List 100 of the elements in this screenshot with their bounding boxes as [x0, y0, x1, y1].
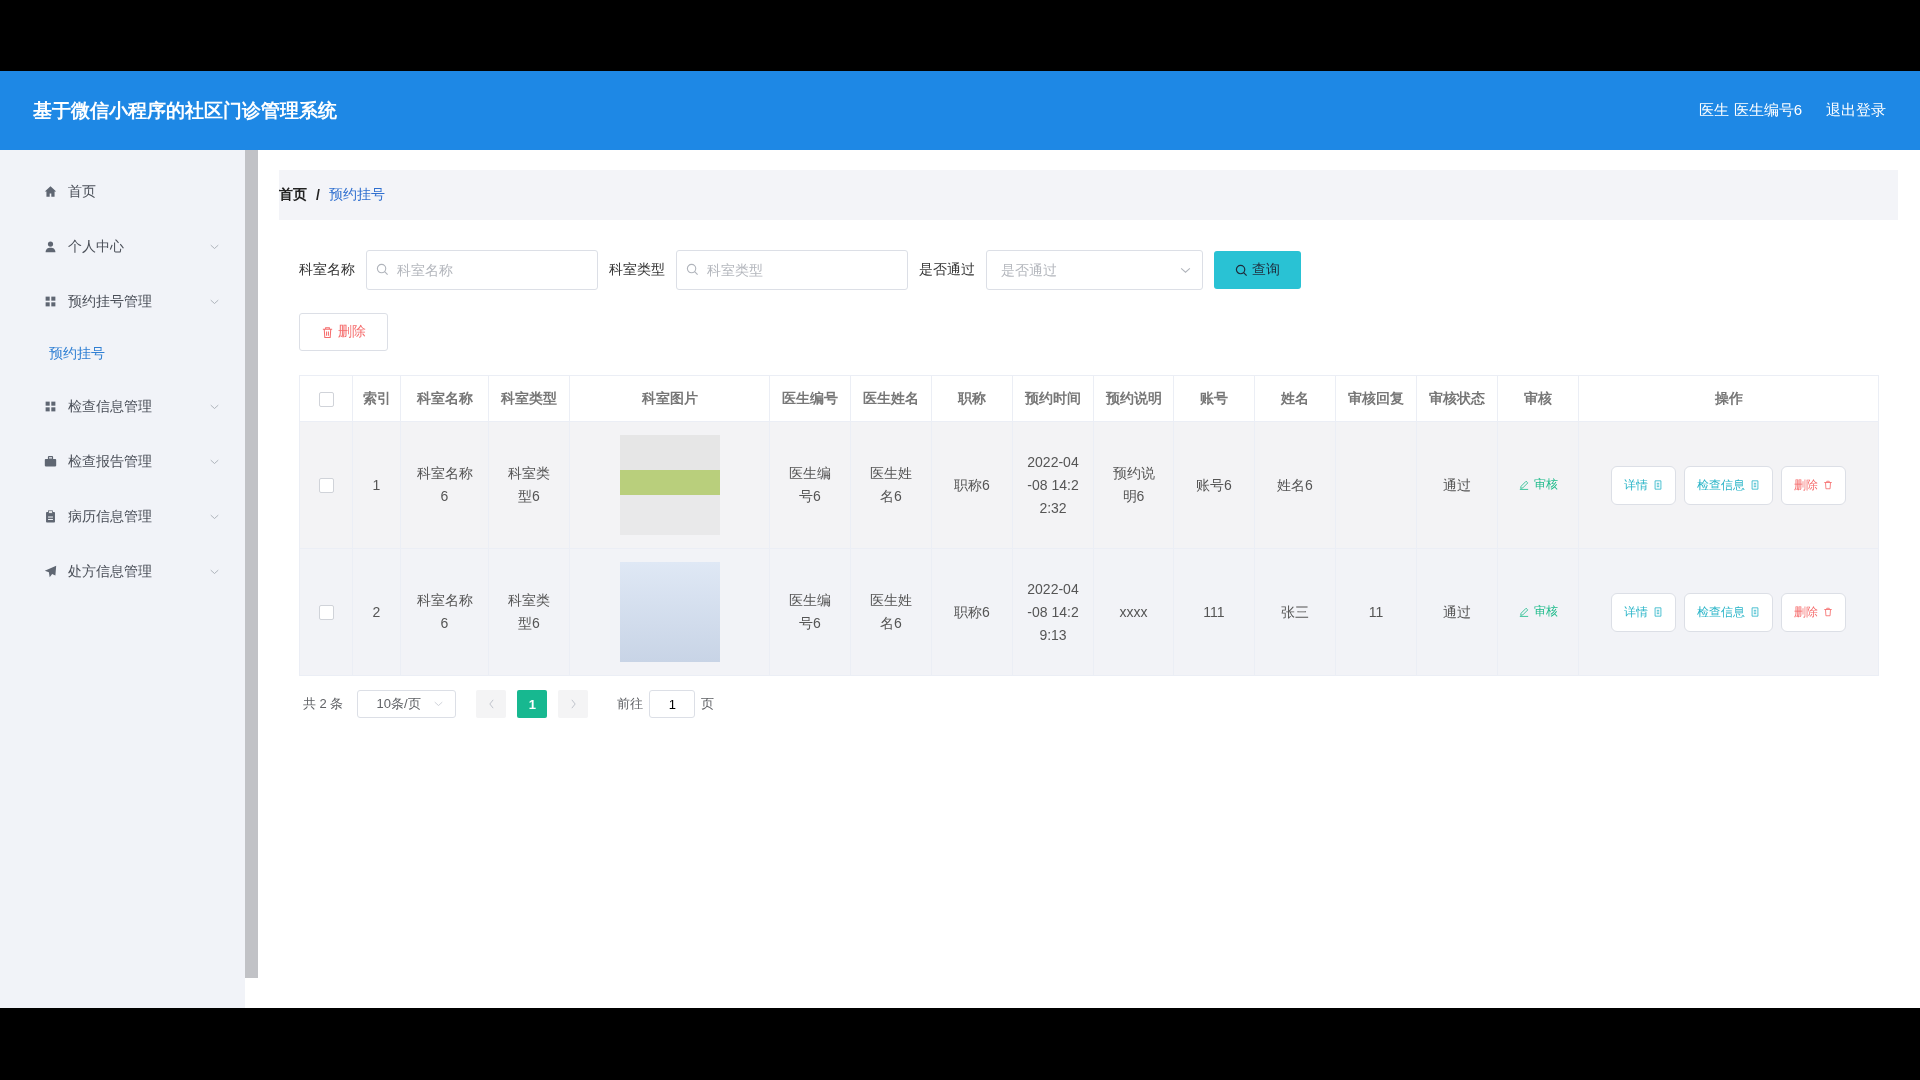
- page-suffix: 页: [701, 695, 715, 713]
- trash-icon: [321, 325, 334, 339]
- search-icon: [1235, 263, 1248, 277]
- table-cell: 科室名称6: [416, 592, 473, 631]
- home-icon: [44, 185, 57, 198]
- select-field[interactable]: 是否通过: [986, 250, 1203, 290]
- column-header: 医生姓名: [850, 375, 932, 422]
- document-icon: [1750, 607, 1760, 617]
- action-button[interactable]: 检查信息: [1684, 592, 1773, 632]
- grid-icon: [44, 295, 57, 308]
- chevron-down-icon: [210, 403, 219, 410]
- filter-label: 是否通过: [919, 261, 975, 279]
- app-title: 基于微信小程序的社区门诊管理系统: [33, 98, 338, 123]
- table-cell: 科室名称6: [416, 465, 473, 504]
- column-header: 科室名称: [400, 375, 489, 422]
- table-cell: 医生编号6: [789, 592, 831, 631]
- table-cell: 医生编号6: [789, 465, 831, 504]
- briefcase-icon: [44, 455, 57, 468]
- paper-plane-icon: [44, 565, 57, 578]
- table-cell: 医生姓名6: [870, 592, 912, 631]
- action-button[interactable]: 详情: [1611, 465, 1676, 505]
- chevron-down-icon: [210, 243, 219, 250]
- column-header: 索引: [352, 375, 401, 422]
- person-icon: [44, 240, 57, 253]
- logout-link[interactable]: 退出登录: [1826, 101, 1886, 120]
- chevron-down-icon: [210, 513, 219, 520]
- table-cell: 职称6: [954, 476, 990, 493]
- breadcrumb-separator: /: [316, 187, 320, 203]
- menu-item[interactable]: 处方信息管理: [0, 544, 245, 599]
- scrollbar[interactable]: [245, 150, 258, 978]
- action-button[interactable]: 详情: [1611, 592, 1676, 632]
- menu-item[interactable]: 病历信息管理: [0, 489, 245, 544]
- next-page-button[interactable]: [558, 690, 589, 718]
- row-checkbox[interactable]: [318, 605, 334, 621]
- column-header: 预约时间: [1012, 375, 1094, 422]
- document-icon: [1653, 480, 1663, 490]
- search-field[interactable]: 科室类型: [676, 250, 908, 290]
- filter-label: 科室类型: [609, 261, 665, 279]
- search-button[interactable]: 查询: [1214, 251, 1301, 289]
- chevron-down-icon: [1180, 267, 1191, 274]
- column-header: 科室类型: [488, 375, 570, 422]
- breadcrumb-link[interactable]: 预约挂号: [328, 186, 385, 204]
- search-icon: [686, 263, 699, 276]
- column-header: 审核: [1497, 375, 1579, 422]
- delete-button[interactable]: 删除: [299, 313, 388, 351]
- table-cell: 1: [372, 476, 381, 493]
- column-header: 预约说明: [1093, 375, 1174, 422]
- search-icon: [376, 263, 389, 276]
- breadcrumb-link[interactable]: 首页: [279, 186, 307, 204]
- column-header: 操作: [1578, 375, 1879, 422]
- menu-item[interactable]: 个人中心: [0, 219, 245, 274]
- user-label: 医生 医生编号6: [1699, 101, 1802, 120]
- document-icon: [1750, 480, 1760, 490]
- grid-icon: [44, 400, 57, 413]
- goto-label: 前往: [617, 695, 644, 713]
- clipboard-icon: [44, 510, 57, 523]
- menu-item[interactable]: 首页: [0, 164, 245, 219]
- action-button[interactable]: 检查信息: [1684, 465, 1773, 505]
- chevron-down-icon: [210, 568, 219, 575]
- page-input[interactable]: 1: [649, 690, 696, 718]
- delete-button[interactable]: 删除: [1781, 465, 1846, 505]
- document-icon: [1653, 607, 1663, 617]
- table-cell: 姓名6: [1277, 476, 1313, 493]
- filter-label: 科室名称: [299, 261, 355, 279]
- table-cell: 医生姓名6: [870, 465, 912, 504]
- column-header: 审核状态: [1416, 375, 1498, 422]
- column-header: 审核回复: [1335, 375, 1417, 422]
- table-cell: 2: [372, 603, 381, 620]
- column-header: 职称: [931, 375, 1013, 422]
- chevron-down-icon: [210, 298, 219, 305]
- page-size-select[interactable]: 10条/页: [357, 690, 457, 718]
- table-cell: 职称6: [954, 603, 990, 620]
- column-header: 科室图片: [569, 375, 770, 422]
- table-cell: 通过: [1443, 476, 1471, 493]
- row-checkbox[interactable]: [318, 478, 334, 494]
- select-all-checkbox[interactable]: [318, 391, 334, 407]
- search-field[interactable]: 科室名称: [366, 250, 598, 290]
- column-header: 账号: [1173, 375, 1255, 422]
- chevron-left-icon: [487, 699, 495, 709]
- previous-page-button[interactable]: [476, 690, 507, 718]
- submenu-item[interactable]: 预约挂号: [0, 329, 245, 379]
- chevron-right-icon: [569, 699, 577, 709]
- delete-button[interactable]: 删除: [1781, 592, 1846, 632]
- menu-item[interactable]: 预约挂号管理: [0, 274, 245, 329]
- column-header: 姓名: [1254, 375, 1336, 422]
- table-cell: 2022-04-08 14:22:32: [1027, 453, 1079, 516]
- table-cell: 11: [1368, 603, 1384, 620]
- page-number[interactable]: 1: [517, 690, 548, 718]
- pencil-icon: [1518, 606, 1529, 617]
- pencil-icon: [1518, 479, 1529, 490]
- table-cell: 预约说明6: [1112, 465, 1155, 504]
- table-cell: 111: [1203, 603, 1225, 620]
- menu-item[interactable]: 检查信息管理: [0, 379, 245, 434]
- trash-icon: [1823, 480, 1833, 490]
- table-cell: 科室类型6: [508, 465, 550, 504]
- menu-item[interactable]: 检查报告管理: [0, 434, 245, 489]
- total-count: 共 2 条: [303, 695, 344, 713]
- column-header: 医生编号: [769, 375, 851, 422]
- table-cell: 张三: [1281, 603, 1309, 620]
- table-cell: 账号6: [1196, 476, 1232, 493]
